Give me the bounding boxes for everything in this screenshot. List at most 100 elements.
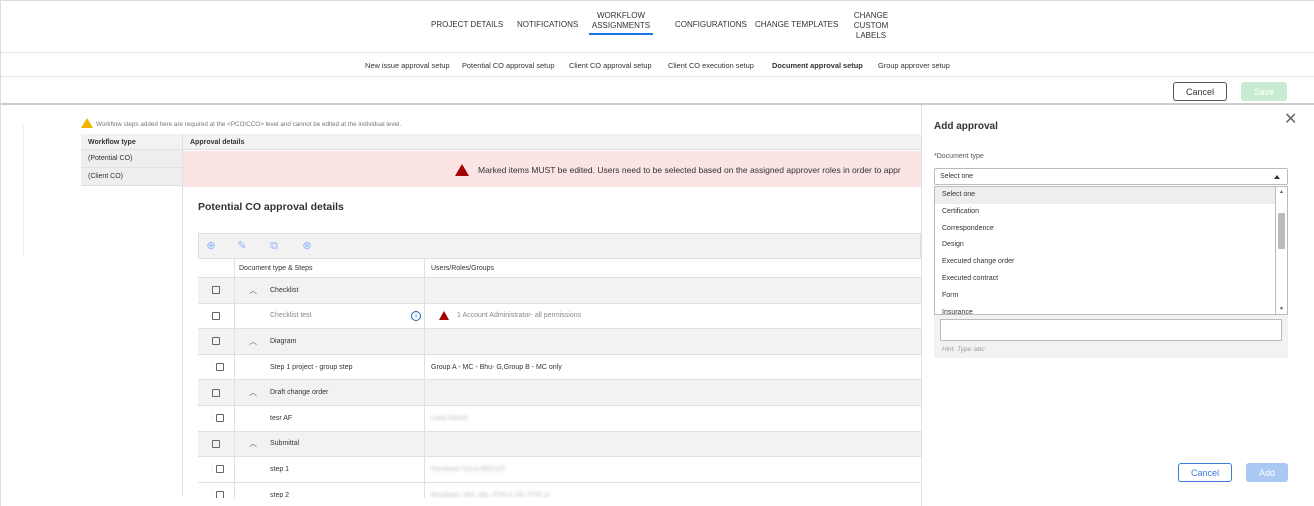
document-type-select[interactable]: Select one: [934, 168, 1288, 185]
step-row[interactable]: Checklist test i 1 Account Administrator- …: [198, 303, 921, 330]
drag-handle-icon[interactable]: ⋮: [209, 491, 216, 498]
row-checkbox[interactable]: [215, 491, 224, 498]
tab-change-custom-labels[interactable]: CHANGE CUSTOM LABELS: [839, 11, 903, 41]
drag-handle-icon[interactable]: ⋮: [209, 414, 216, 422]
panel-cancel-button[interactable]: Cancel: [1178, 463, 1232, 482]
drag-handle-icon[interactable]: ⋮: [209, 465, 216, 473]
row-checkbox[interactable]: [215, 465, 224, 474]
chevron-up-icon[interactable]: ︿: [249, 387, 257, 398]
users-cell: Reviewer, MG, Mo, PTR e, Mt, PTR at: [425, 483, 921, 498]
step-row[interactable]: ⋮ step 2 Reviewer, MG, Mo, PTR e, Mt, PTR …: [198, 482, 921, 498]
hint-area: Hint: Type 'abc': [934, 315, 1288, 358]
approval-details-header: Approval details: [183, 134, 921, 150]
tab-custom-line1: CHANGE CUSTOM: [853, 11, 889, 30]
approval-grid: ⊕ ✎ ⧉ ⊗ Document type & Steps Users/Role…: [198, 233, 921, 498]
hint-text: Hint: Type 'abc': [942, 346, 986, 353]
error-icon: [455, 164, 469, 176]
dropdown-option[interactable]: Form: [935, 288, 1275, 305]
group-row[interactable]: ︿ Draft change order: [198, 380, 921, 406]
users-label: Reviewer Cona MGUST: [431, 465, 507, 473]
dropdown-option[interactable]: Design: [935, 237, 1275, 254]
document-step-cell: ︿ Diagram: [235, 329, 425, 354]
workflow-type-potential-co[interactable]: (Potential CO): [81, 150, 182, 168]
step-label: step 2: [270, 491, 290, 498]
dropdown-option[interactable]: Certification: [935, 204, 1275, 221]
tab-change-templates[interactable]: CHANGE TEMPLATES: [755, 20, 838, 30]
row-checkbox[interactable]: [212, 286, 220, 295]
subtab-new-issue[interactable]: New issue approval setup: [365, 61, 450, 70]
workflow-type-client-co[interactable]: (Client CO): [81, 168, 182, 186]
document-step-cell: step 1: [235, 457, 425, 482]
page: PROJECT DETAILS NOTIFICATIONS WORKFLOW A…: [0, 0, 1314, 506]
step-row[interactable]: ⋮ Step 1 project - group step Group A - MC…: [198, 354, 921, 381]
scroll-up-icon[interactable]: ▲: [1279, 189, 1284, 195]
tab-workflow-line1: WORKFLOW: [597, 11, 645, 20]
dropdown-option[interactable]: Correspondence: [935, 221, 1275, 238]
dropdown-option[interactable]: Executed change order: [935, 254, 1275, 271]
drag-handle-icon[interactable]: ⋮: [209, 363, 216, 371]
header-users: Users/Roles/Groups: [431, 264, 495, 272]
caret-up-icon: [1274, 175, 1280, 179]
row-checkbox[interactable]: [212, 311, 220, 320]
row-select-cell: [198, 303, 235, 329]
step-input[interactable]: [940, 319, 1282, 341]
subtab-potential-co[interactable]: Potential CO approval setup: [462, 61, 554, 70]
error-icon: [439, 311, 449, 321]
row-select-cell: ⋮: [198, 405, 235, 431]
edit-icon[interactable]: ✎: [236, 240, 248, 252]
group-row[interactable]: ︿ Checklist: [198, 278, 921, 304]
info-icon[interactable]: i: [411, 310, 421, 321]
subtab-client-co[interactable]: Client CO approval setup: [569, 61, 652, 70]
subtab-client-co-execution[interactable]: Client CO execution setup: [668, 61, 754, 70]
row-checkbox[interactable]: [212, 388, 220, 397]
grid-body: ︿ Checklist Checklist test i 1 Account Admin…: [198, 278, 921, 498]
cancel-button[interactable]: Cancel: [1173, 82, 1227, 101]
dropdown-scrollbar[interactable]: ▲ ▼: [1276, 186, 1288, 315]
panel-title: Add approval: [934, 121, 998, 132]
row-checkbox[interactable]: [212, 337, 220, 346]
group-row[interactable]: ︿ Submittal: [198, 431, 921, 458]
chevron-up-icon[interactable]: ︿: [249, 438, 257, 449]
subtab-document-approval[interactable]: Document approval setup: [772, 61, 863, 70]
tab-configurations[interactable]: CONFIGURATIONS: [675, 20, 747, 30]
step-label: step 1: [270, 465, 290, 473]
document-step-cell: Step 1 project - group step: [235, 354, 425, 380]
error-banner: Marked items MUST be edited. Users need …: [183, 151, 921, 187]
dropdown-option[interactable]: Insurance: [935, 305, 1275, 314]
row-select-cell: [198, 431, 235, 457]
add-circle-icon[interactable]: ⊕: [205, 240, 217, 252]
document-type-dropdown: Select one Certification Correspondence Des…: [934, 186, 1276, 315]
row-checkbox[interactable]: [212, 439, 220, 448]
users-cell: [425, 380, 921, 405]
dropdown-option[interactable]: Select one: [935, 187, 1275, 204]
users-cell: 1 Account Administrator- all permissions: [425, 304, 921, 329]
step-row[interactable]: ⋮ tesr AF Lead Admin: [198, 405, 921, 432]
subtab-group-approver[interactable]: Group approver setup: [878, 61, 950, 70]
scroll-down-icon[interactable]: ▼: [1279, 306, 1284, 312]
tab-notifications[interactable]: NOTIFICATIONS: [517, 20, 578, 30]
group-label: Checklist: [270, 286, 299, 294]
scroll-thumb[interactable]: [1278, 213, 1285, 249]
row-select-cell: [198, 278, 235, 303]
step-label: Checklist test: [270, 312, 312, 320]
remove-circle-icon[interactable]: ⊗: [301, 240, 313, 252]
tab-project-details[interactable]: PROJECT DETAILS: [431, 20, 503, 30]
panel-add-button[interactable]: Add: [1246, 463, 1288, 482]
dropdown-option[interactable]: Executed contract: [935, 271, 1275, 288]
save-button[interactable]: Save: [1241, 82, 1287, 101]
tab-workflow-assignments[interactable]: WORKFLOW ASSIGNMENTS: [589, 11, 653, 35]
chevron-up-icon[interactable]: ︿: [249, 336, 257, 347]
row-checkbox[interactable]: [215, 363, 224, 372]
step-label: Step 1 project - group step: [270, 363, 353, 371]
row-checkbox[interactable]: [215, 414, 224, 423]
group-row[interactable]: ︿ Diagram: [198, 329, 921, 355]
step-row[interactable]: ⋮ step 1 Reviewer Cona MGUST: [198, 457, 921, 483]
users-label: 1 Account Administrator- all permissions: [457, 312, 582, 320]
chevron-up-icon[interactable]: ︿: [249, 285, 257, 296]
action-bar: Cancel Save: [1, 77, 1314, 105]
users-cell: [425, 278, 921, 303]
close-icon[interactable]: ✕: [1284, 109, 1297, 129]
copy-icon[interactable]: ⧉: [268, 240, 280, 252]
row-select-cell: ⋮: [198, 482, 235, 498]
error-text: Marked items MUST be edited. Users need …: [478, 165, 901, 175]
